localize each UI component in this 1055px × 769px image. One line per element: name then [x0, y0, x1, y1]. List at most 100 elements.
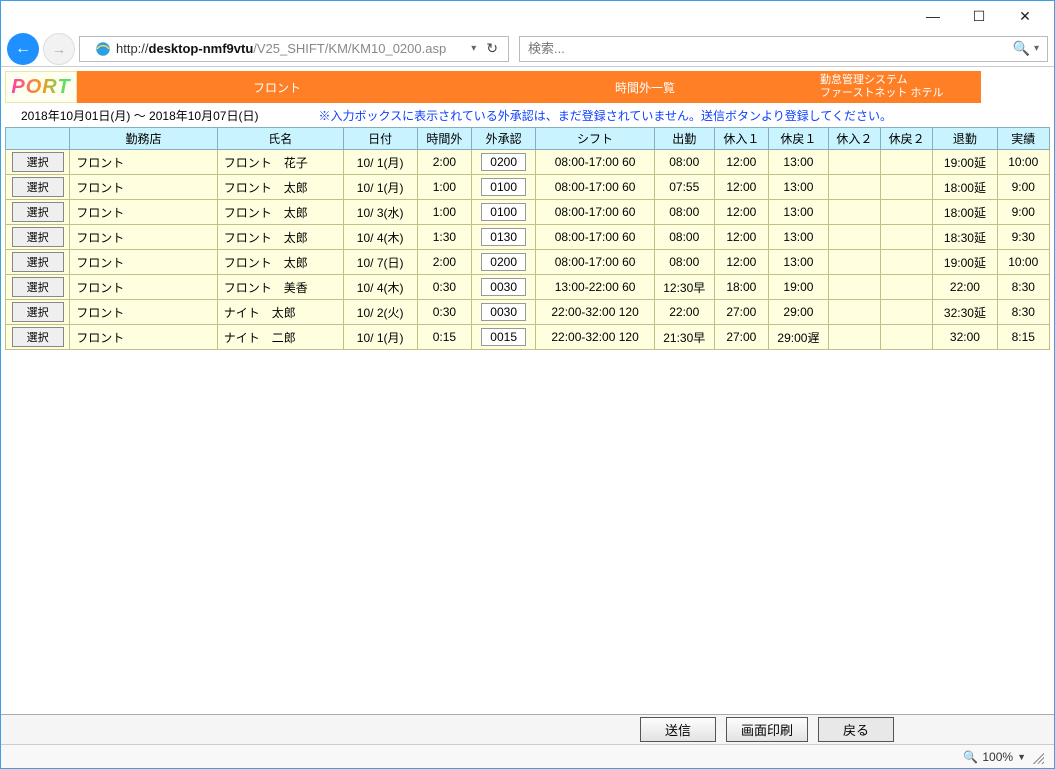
- cell-name: フロント 花子: [217, 150, 343, 175]
- cell-overtime: 1:00: [417, 200, 472, 225]
- window-titlebar: — ☐ ✕: [1, 1, 1054, 31]
- cell-break1in: 27:00: [714, 325, 769, 350]
- cell-name: フロント 太郎: [217, 175, 343, 200]
- browser-toolbar: ← → http://desktop-nmf9vtu/V25_SHIFT/KM/…: [1, 31, 1054, 67]
- cell-break2out: [881, 225, 933, 250]
- select-button[interactable]: 選択: [12, 302, 64, 322]
- table-header-row: 勤務店 氏名 日付 時間外 外承認 シフト 出勤 休入１ 休戻１ 休入２ 休戻２…: [6, 128, 1050, 150]
- zoom-dropdown-icon[interactable]: ▼: [1017, 752, 1026, 762]
- cell-approval[interactable]: 0100: [472, 175, 536, 200]
- back-button[interactable]: 戻る: [818, 717, 894, 742]
- cell-overtime: 2:00: [417, 250, 472, 275]
- cell-overtime: 0:30: [417, 275, 472, 300]
- cell-clockin: 07:55: [655, 175, 714, 200]
- window-minimize-button[interactable]: —: [910, 2, 956, 30]
- cell-clockout: 18:00延: [933, 200, 997, 225]
- nav-back-button[interactable]: ←: [7, 33, 39, 65]
- cell-store: フロント: [70, 325, 217, 350]
- window-maximize-button[interactable]: ☐: [956, 2, 1002, 30]
- col-shift: シフト: [536, 128, 655, 150]
- search-icon[interactable]: 🔍: [1011, 40, 1032, 57]
- col-store: 勤務店: [70, 128, 217, 150]
- table-row: 選択フロントフロント 太郎10/ 4(木)1:30013008:00-17:00…: [6, 225, 1050, 250]
- url-dropdown-icon[interactable]: ▾: [465, 43, 482, 54]
- cell-approval[interactable]: 0130: [472, 225, 536, 250]
- cell-clockout: 32:30延: [933, 300, 997, 325]
- cell-break2in: [828, 325, 880, 350]
- col-name: 氏名: [217, 128, 343, 150]
- address-bar[interactable]: http://desktop-nmf9vtu/V25_SHIFT/KM/KM10…: [79, 36, 509, 62]
- cell-clockin: 08:00: [655, 150, 714, 175]
- col-break2-in: 休入２: [828, 128, 880, 150]
- cell-break2in: [828, 150, 880, 175]
- cell-approval[interactable]: 0030: [472, 300, 536, 325]
- window-close-button[interactable]: ✕: [1002, 2, 1048, 30]
- cell-break2out: [881, 175, 933, 200]
- cell-shift: 08:00-17:00 60: [536, 175, 655, 200]
- col-break1-in: 休入１: [714, 128, 769, 150]
- table-row: 選択フロントナイト 二郎10/ 1(月)0:15001522:00-32:00 …: [6, 325, 1050, 350]
- zoom-level: 100%: [982, 750, 1013, 764]
- select-button[interactable]: 選択: [12, 177, 64, 197]
- col-approval: 外承認: [472, 128, 536, 150]
- cell-shift: 08:00-17:00 60: [536, 250, 655, 275]
- col-clockin: 出勤: [655, 128, 714, 150]
- status-bar: 🔍 100% ▼: [1, 744, 1054, 768]
- search-input[interactable]: [526, 40, 1011, 57]
- cell-name: ナイト 二郎: [217, 325, 343, 350]
- zoom-icon[interactable]: 🔍: [963, 750, 978, 764]
- cell-actual: 9:00: [997, 200, 1049, 225]
- resize-grip-icon[interactable]: [1030, 750, 1044, 764]
- col-break2-out: 休戻２: [881, 128, 933, 150]
- cell-approval[interactable]: 0200: [472, 250, 536, 275]
- select-button[interactable]: 選択: [12, 252, 64, 272]
- cell-break1out: 13:00: [769, 250, 828, 275]
- select-button[interactable]: 選択: [12, 202, 64, 222]
- notice-label: ※入力ボックスに表示されている外承認は、まだ登録されていません。送信ボタンより登…: [318, 107, 892, 124]
- cell-break2in: [828, 200, 880, 225]
- cell-break2out: [881, 250, 933, 275]
- cell-actual: 8:30: [997, 275, 1049, 300]
- col-date: 日付: [343, 128, 417, 150]
- cell-approval[interactable]: 0015: [472, 325, 536, 350]
- cell-overtime: 2:00: [417, 150, 472, 175]
- cell-break1in: 12:00: [714, 200, 769, 225]
- cell-approval[interactable]: 0030: [472, 275, 536, 300]
- select-button[interactable]: 選択: [12, 152, 64, 172]
- ie-icon: [94, 40, 112, 58]
- cell-break2out: [881, 200, 933, 225]
- cell-actual: 10:00: [997, 250, 1049, 275]
- cell-store: フロント: [70, 275, 217, 300]
- select-button[interactable]: 選択: [12, 227, 64, 247]
- cell-break1in: 18:00: [714, 275, 769, 300]
- cell-break1in: 27:00: [714, 300, 769, 325]
- cell-break1out: 13:00: [769, 225, 828, 250]
- cell-shift: 08:00-17:00 60: [536, 225, 655, 250]
- print-button[interactable]: 画面印刷: [726, 717, 808, 742]
- cell-clockin: 21:30早: [655, 325, 714, 350]
- col-actual: 実績: [997, 128, 1049, 150]
- cell-overtime: 1:30: [417, 225, 472, 250]
- cell-clockout: 32:00: [933, 325, 997, 350]
- send-button[interactable]: 送信: [640, 717, 716, 742]
- col-overtime: 時間外: [417, 128, 472, 150]
- reload-button[interactable]: ↻: [482, 40, 502, 57]
- select-button[interactable]: 選択: [12, 327, 64, 347]
- cell-break2out: [881, 275, 933, 300]
- cell-approval[interactable]: 0100: [472, 200, 536, 225]
- search-box[interactable]: 🔍 ▾: [519, 36, 1048, 62]
- table-row: 選択フロントフロント 太郎10/ 3(水)1:00010008:00-17:00…: [6, 200, 1050, 225]
- arrow-left-icon: ←: [15, 40, 31, 58]
- cell-date: 10/ 7(日): [343, 250, 417, 275]
- cell-name: フロント 美香: [217, 275, 343, 300]
- cell-break2out: [881, 325, 933, 350]
- nav-forward-button[interactable]: →: [43, 33, 75, 65]
- overtime-table: 勤務店 氏名 日付 時間外 外承認 シフト 出勤 休入１ 休戻１ 休入２ 休戻２…: [5, 127, 1050, 350]
- cell-clockout: 18:00延: [933, 175, 997, 200]
- cell-approval[interactable]: 0200: [472, 150, 536, 175]
- cell-break2in: [828, 250, 880, 275]
- select-button[interactable]: 選択: [12, 277, 64, 297]
- search-dropdown-icon[interactable]: ▾: [1032, 43, 1041, 54]
- table-row: 選択フロントナイト 太郎10/ 2(火)0:30003022:00-32:00 …: [6, 300, 1050, 325]
- cell-clockin: 08:00: [655, 200, 714, 225]
